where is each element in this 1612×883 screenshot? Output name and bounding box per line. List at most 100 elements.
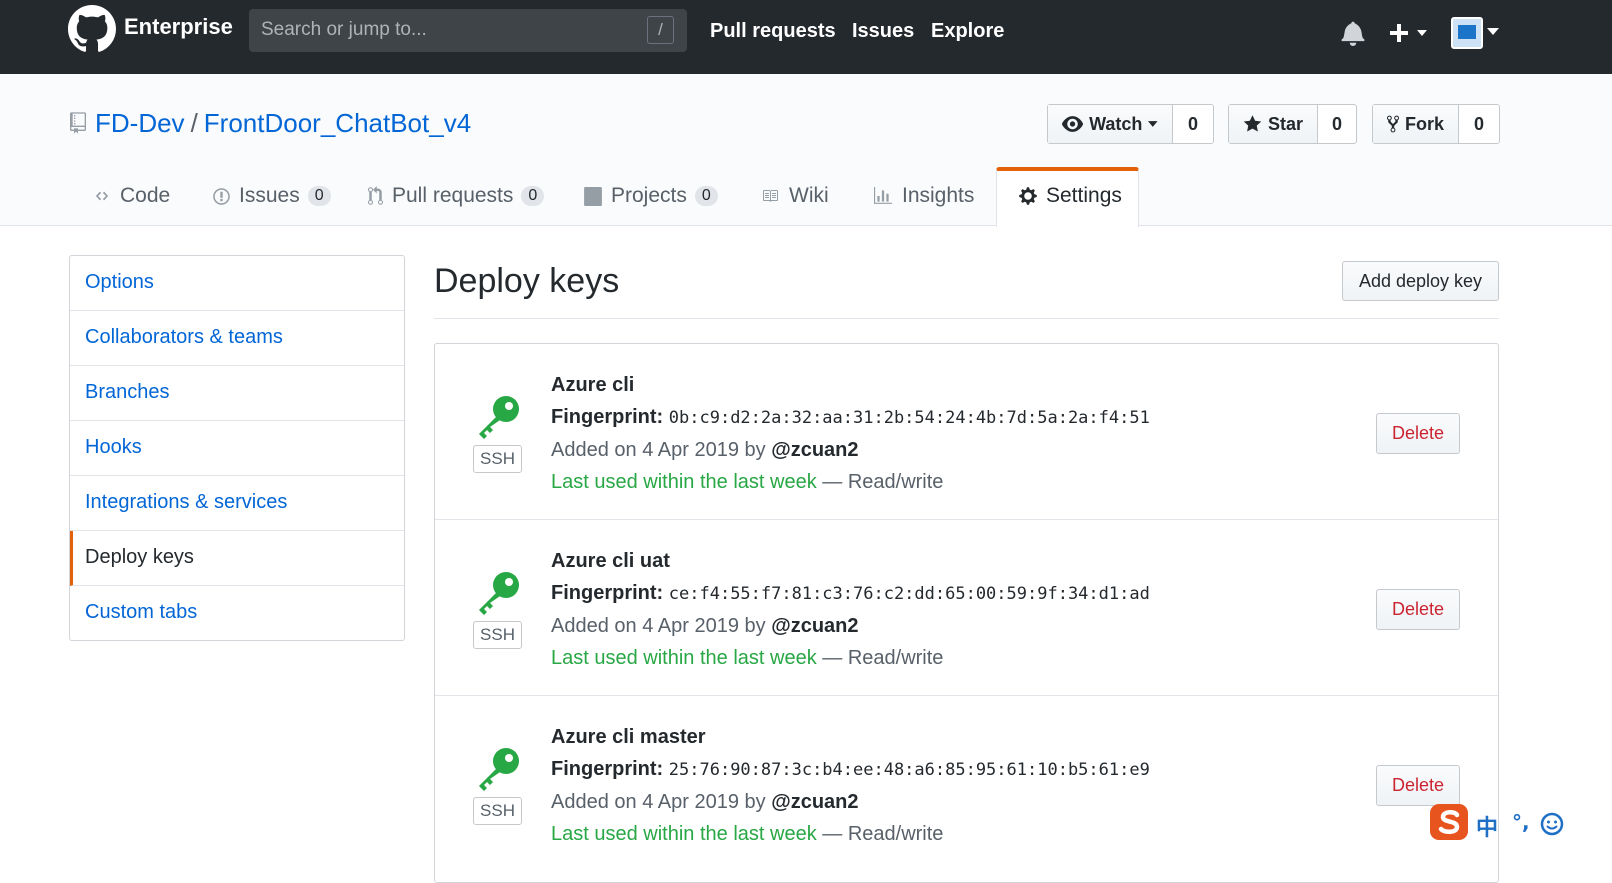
key-added-info: Added on 4 Apr 2019 by @zcuan2 xyxy=(551,791,859,814)
added-by-user-link[interactable]: @zcuan2 xyxy=(771,439,858,461)
tab-wiki-label: Wiki xyxy=(789,184,829,207)
fork-count[interactable]: 0 xyxy=(1459,105,1499,143)
ime-punctuation-indicator[interactable]: °, xyxy=(1512,810,1530,834)
star-button[interactable]: Star xyxy=(1229,105,1318,143)
key-permission: — Read/write xyxy=(822,647,944,669)
search-input[interactable]: Search or jump to... xyxy=(249,9,687,52)
ssh-badge: SSH xyxy=(473,445,522,473)
nav-pull-requests[interactable]: Pull requests xyxy=(710,20,836,43)
code-icon xyxy=(95,191,109,201)
gear-icon xyxy=(1019,187,1037,205)
issue-opened-icon xyxy=(213,187,230,205)
tab-projects[interactable]: Projects 0 xyxy=(583,184,718,208)
book-icon xyxy=(763,190,778,202)
watch-button-group: Watch 0 xyxy=(1047,104,1214,144)
ime-language-indicator[interactable]: 中 xyxy=(1476,810,1498,842)
tab-insights-label: Insights xyxy=(902,184,975,207)
ime-toolbar[interactable]: 中 °, xyxy=(1424,800,1612,850)
add-deploy-key-button[interactable]: Add deploy key xyxy=(1342,261,1499,301)
added-date-text: Added on 4 Apr 2019 by xyxy=(551,615,766,637)
star-label: Star xyxy=(1267,113,1303,134)
title-divider xyxy=(434,318,1499,319)
ssh-badge: SSH xyxy=(473,797,522,825)
key-icon xyxy=(479,748,519,791)
repo-name-link[interactable]: FrontDoor_ChatBot_v4 xyxy=(204,108,471,138)
fingerprint-label: Fingerprint: xyxy=(551,582,664,604)
key-permission: — Read/write xyxy=(822,471,944,493)
tab-pull-requests-label: Pull requests xyxy=(392,184,514,207)
create-new-plus-icon[interactable] xyxy=(1389,22,1429,44)
key-added-info: Added on 4 Apr 2019 by @zcuan2 xyxy=(551,439,859,462)
watch-button[interactable]: Watch xyxy=(1048,105,1173,143)
menu-item-custom-tabs[interactable]: Custom tabs xyxy=(70,586,404,641)
tab-code[interactable]: Code xyxy=(92,184,170,208)
tab-settings[interactable]: Settings xyxy=(1018,184,1122,208)
tab-issues-label: Issues xyxy=(239,184,300,207)
added-by-user-link[interactable]: @zcuan2 xyxy=(771,615,858,637)
nav-issues[interactable]: Issues xyxy=(852,20,914,43)
fork-button[interactable]: Fork xyxy=(1373,105,1459,143)
watch-label: Watch xyxy=(1089,113,1143,134)
added-date-text: Added on 4 Apr 2019 by xyxy=(551,791,766,813)
github-logo-icon[interactable] xyxy=(68,5,116,53)
last-used-text: Last used within the last week xyxy=(551,823,817,845)
tab-pull-requests-counter: 0 xyxy=(521,186,545,206)
user-avatar[interactable] xyxy=(1451,17,1483,49)
key-icon xyxy=(479,572,519,615)
deploy-key-row: SSH Azure cli uat Fingerprint: ce:f4:55:… xyxy=(435,520,1498,696)
menu-item-hooks[interactable]: Hooks xyxy=(70,421,404,476)
deploy-key-row: SSH Azure cli master Fingerprint: 25:76:… xyxy=(435,696,1498,872)
delete-key-button[interactable]: Delete xyxy=(1376,589,1460,630)
repo-icon xyxy=(70,112,86,134)
deploy-keys-list: SSH Azure cli Fingerprint: 0b:c9:d2:2a:3… xyxy=(434,343,1499,883)
ime-emoji-icon[interactable] xyxy=(1540,812,1564,836)
key-icon xyxy=(479,396,519,439)
menu-item-branches[interactable]: Branches xyxy=(70,366,404,421)
nav-explore[interactable]: Explore xyxy=(931,20,1004,43)
star-button-group: Star 0 xyxy=(1228,104,1357,144)
global-header: Enterprise Search or jump to... / Pull r… xyxy=(0,0,1612,74)
delete-key-button[interactable]: Delete xyxy=(1376,413,1460,454)
notification-bell-icon[interactable] xyxy=(1341,20,1365,46)
repo-title: FD-Dev / FrontDoor_ChatBot_v4 xyxy=(95,108,471,139)
fingerprint-label: Fingerprint: xyxy=(551,406,664,428)
caret-down-icon xyxy=(1148,121,1158,127)
key-fingerprint: Fingerprint: ce:f4:55:f7:81:c3:76:c2:dd:… xyxy=(551,582,1150,605)
graph-icon xyxy=(874,187,892,204)
added-by-user-link[interactable]: @zcuan2 xyxy=(771,791,858,813)
last-used-text: Last used within the last week xyxy=(551,471,817,493)
tab-pull-requests[interactable]: Pull requests 0 xyxy=(367,184,545,208)
fingerprint-value: 25:76:90:87:3c:b4:ee:48:a6:85:95:61:10:b… xyxy=(668,760,1150,780)
fingerprint-label: Fingerprint: xyxy=(551,758,664,780)
key-last-used: Last used within the last week — Read/wr… xyxy=(551,471,943,494)
menu-item-integrations-services[interactable]: Integrations & services xyxy=(70,476,404,531)
tab-projects-counter: 0 xyxy=(694,186,718,206)
key-title: Azure cli master xyxy=(551,726,706,748)
key-last-used: Last used within the last week — Read/wr… xyxy=(551,823,943,846)
watch-count[interactable]: 0 xyxy=(1173,105,1213,143)
menu-item-deploy-keys[interactable]: Deploy keys xyxy=(70,531,404,586)
tab-wiki[interactable]: Wiki xyxy=(759,184,829,208)
tab-issues[interactable]: Issues 0 xyxy=(212,184,331,208)
search-shortcut-hint: / xyxy=(647,16,674,44)
enterprise-brand[interactable]: Enterprise xyxy=(124,14,233,40)
page-title: Deploy keys xyxy=(434,262,620,300)
avatar-caret-down-icon[interactable] xyxy=(1487,28,1499,36)
tab-issues-counter: 0 xyxy=(307,186,331,206)
star-icon xyxy=(1243,115,1262,132)
repo-path-separator: / xyxy=(190,108,198,138)
tab-code-label: Code xyxy=(120,184,171,207)
fork-button-group: Fork 0 xyxy=(1372,104,1500,144)
menu-item-options[interactable]: Options xyxy=(70,256,404,311)
key-fingerprint: Fingerprint: 25:76:90:87:3c:b4:ee:48:a6:… xyxy=(551,758,1150,781)
git-pull-request-icon xyxy=(368,186,383,205)
star-count[interactable]: 0 xyxy=(1318,105,1356,143)
repo-owner-link[interactable]: FD-Dev xyxy=(95,108,185,138)
menu-item-collaborators-teams[interactable]: Collaborators & teams xyxy=(70,311,404,366)
tab-settings-label: Settings xyxy=(1046,184,1122,207)
last-used-text: Last used within the last week xyxy=(551,647,817,669)
tab-insights[interactable]: Insights xyxy=(872,184,974,208)
key-last-used: Last used within the last week — Read/wr… xyxy=(551,647,943,670)
added-date-text: Added on 4 Apr 2019 by xyxy=(551,439,766,461)
ime-logo-icon[interactable] xyxy=(1428,802,1472,842)
